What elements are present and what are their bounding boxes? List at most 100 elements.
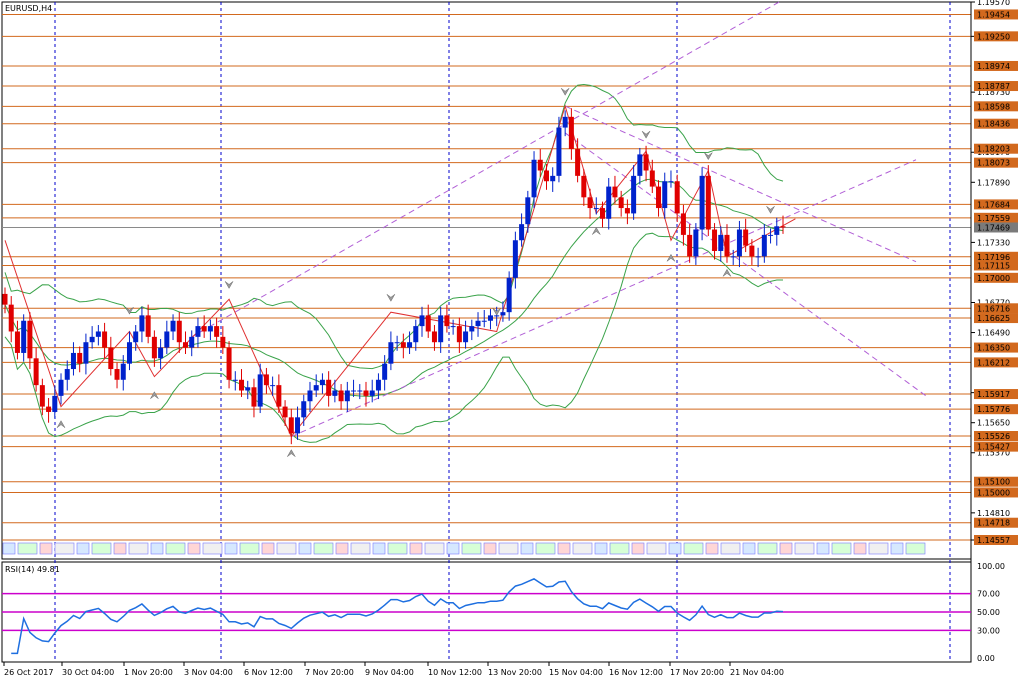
time-tag (2, 542, 16, 555)
candle-body (431, 331, 437, 343)
candle-body (419, 315, 425, 327)
candle-body (245, 387, 251, 391)
candle-body (680, 213, 686, 235)
time-tag (261, 542, 275, 555)
candle-body (133, 331, 139, 343)
time-tick-label: 6 Nov 12:00 (244, 668, 293, 677)
candle-body (768, 234, 774, 236)
candle-body (139, 315, 145, 332)
time-tag (461, 542, 482, 555)
candle-body (730, 256, 736, 258)
candle-body (257, 374, 263, 407)
price-tick-label: 1.17330 (977, 238, 1010, 247)
time-tag (742, 542, 756, 555)
time-tag (557, 542, 571, 555)
time-tag (350, 542, 371, 555)
candle-body (425, 315, 431, 332)
time-tag (313, 542, 334, 555)
time-tag (631, 542, 645, 555)
time-tag (128, 542, 149, 555)
candle-body (64, 369, 70, 380)
candle-body (77, 352, 83, 364)
candle-body (481, 320, 487, 322)
time-tag (91, 542, 112, 555)
level-price-label: 1.15100 (977, 478, 1010, 487)
price-tick-label: 1.19570 (977, 0, 1010, 7)
time-tag (483, 542, 497, 555)
candle-body (8, 304, 14, 332)
level-price-label: 1.15917 (977, 390, 1010, 399)
candle-body (475, 320, 481, 327)
candle-body (363, 390, 369, 396)
level-price-label: 1.17684 (977, 200, 1010, 209)
candle-body (774, 226, 780, 235)
time-tag (498, 542, 519, 555)
candle-body (593, 208, 599, 210)
candle-body (251, 387, 257, 407)
candle-body (288, 417, 294, 434)
candle-body (151, 336, 157, 359)
time-tick-label: 1 Nov 20:00 (124, 668, 173, 677)
candle-body (712, 229, 718, 251)
candle-body (102, 331, 108, 348)
candle-body (413, 326, 419, 343)
level-price-label: 1.18598 (977, 102, 1010, 111)
time-tick-label: 13 Nov 20:00 (488, 668, 542, 677)
time-tick-label: 3 Nov 04:00 (184, 668, 233, 677)
time-tag (224, 542, 238, 555)
level-price-label: 1.19250 (977, 32, 1010, 41)
level-price-label: 1.18787 (977, 82, 1010, 91)
candle-body (643, 154, 649, 171)
candle-body (699, 175, 705, 230)
candle-body (232, 379, 238, 381)
rsi-label: RSI(14) 49.81 (5, 565, 60, 574)
candle-body (780, 226, 786, 228)
candle-body (444, 315, 450, 327)
rsi-tick-label: 70.00 (977, 590, 1000, 599)
time-tag (535, 542, 556, 555)
candle-body (332, 390, 338, 396)
time-tag (372, 542, 386, 555)
time-tag (298, 542, 312, 555)
candle-body (438, 315, 444, 343)
candle-body (487, 315, 493, 321)
candle-body (407, 342, 413, 348)
time-tag (757, 542, 778, 555)
candle-body (624, 208, 630, 214)
time-tag (150, 542, 164, 555)
price-tick-label: 1.17890 (977, 178, 1010, 187)
level-price-label: 1.16350 (977, 344, 1010, 353)
level-price-label: 1.16625 (977, 314, 1010, 323)
time-tag (54, 542, 75, 555)
candle-body (263, 374, 269, 386)
time-marker-strip (2, 542, 926, 555)
level-price-label: 1.17469 (977, 223, 1010, 232)
rsi-tick-label: 0.00 (977, 654, 995, 663)
candle-body (158, 347, 164, 359)
candle-body (70, 352, 76, 370)
candle-body (276, 385, 282, 407)
time-tag (890, 542, 904, 555)
time-tick-label: 10 Nov 12:00 (428, 668, 482, 677)
candle-body (270, 385, 276, 387)
candle-body (525, 197, 531, 225)
candle-body (382, 363, 388, 380)
candle-body (668, 181, 674, 183)
price-tick-label: 1.14810 (977, 509, 1010, 518)
time-tag (76, 542, 90, 555)
time-tag (409, 542, 423, 555)
candle-body (587, 197, 593, 209)
time-tick-label: 9 Nov 04:00 (365, 668, 414, 677)
time-tag (520, 542, 534, 555)
candle-body (400, 342, 406, 348)
candle-body (736, 229, 742, 257)
candle-body (326, 379, 332, 396)
candle-body (687, 234, 693, 257)
candle-body (201, 326, 207, 332)
level-price-label: 1.15000 (977, 488, 1010, 497)
candle-body (83, 342, 89, 364)
candle-body (14, 331, 20, 353)
time-tag (868, 542, 889, 555)
candle-body (556, 127, 562, 176)
candle-body (182, 342, 188, 348)
